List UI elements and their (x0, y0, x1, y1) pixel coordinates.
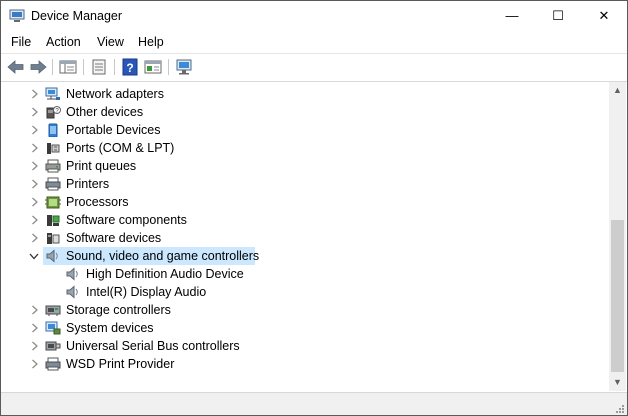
menu-view[interactable]: View (97, 35, 124, 49)
tree-item-label: WSD Print Provider (66, 357, 175, 371)
tree-item-label: Storage controllers (66, 303, 171, 317)
speaker-icon (66, 285, 78, 299)
printer-icon (45, 357, 61, 371)
close-button[interactable]: ✕ (581, 1, 627, 31)
chevron-right-icon[interactable] (31, 125, 39, 135)
chevron-right-icon[interactable] (31, 215, 39, 225)
tree-item-label: Printers (66, 177, 110, 191)
tree-item-label: High Definition Audio Device (86, 267, 244, 281)
tree-item-label: Ports (COM & LPT) (66, 141, 175, 155)
properties-icon[interactable] (89, 58, 109, 76)
tree-category-item[interactable]: System devices (1, 319, 609, 337)
svg-text:?: ? (126, 61, 133, 75)
processor-icon (45, 196, 61, 209)
software-component-icon (47, 215, 60, 226)
system-device-icon (45, 321, 61, 335)
network-adapter-icon (45, 87, 60, 100)
tree-category-item[interactable]: Printers (1, 175, 609, 193)
tree-item-label: Network adapters (66, 87, 164, 101)
toolbar-separator (83, 59, 84, 75)
tree-category-item[interactable]: Processors (1, 193, 609, 211)
tree-item-label: Software components (66, 213, 187, 227)
tree-item-label: Sound, video and game controllers (66, 249, 260, 263)
usb-controller-icon (45, 341, 61, 351)
chevron-right-icon[interactable] (31, 89, 39, 99)
printer-icon (45, 177, 61, 191)
tree-category-item[interactable]: ? Other devices (1, 103, 609, 121)
back-icon[interactable] (6, 58, 26, 76)
chevron-right-icon[interactable] (31, 359, 39, 369)
chevron-right-icon[interactable] (31, 323, 39, 333)
toolbar: ? (1, 54, 627, 82)
menu-file[interactable]: File (11, 35, 31, 49)
maximize-button[interactable]: ☐ (535, 1, 581, 31)
window-title: Device Manager (31, 9, 123, 23)
tree-item-label: Print queues (66, 159, 137, 173)
device-manager-app-icon (9, 9, 25, 22)
tree-item-label: Portable Devices (66, 123, 161, 137)
help-icon[interactable]: ? (120, 58, 140, 76)
tree-category-item[interactable]: Software components (1, 211, 609, 229)
tree-category-item[interactable]: Portable Devices (1, 121, 609, 139)
chevron-right-icon[interactable] (31, 341, 39, 351)
tree-category-item[interactable]: Print queues (1, 157, 609, 175)
tree-item-label: Intel(R) Display Audio (86, 285, 207, 299)
scrollbar-thumb[interactable] (611, 220, 624, 372)
tree-category-item[interactable]: Ports (COM & LPT) (1, 139, 609, 157)
tree-item-label: Universal Serial Bus controllers (66, 339, 240, 353)
status-bar (1, 392, 627, 415)
tree-category-item[interactable]: Sound, video and game controllers (1, 247, 609, 265)
menu-help[interactable]: Help (138, 35, 164, 49)
print-queue-icon (45, 159, 61, 173)
scan-hardware-icon[interactable] (174, 58, 194, 76)
title-bar[interactable]: Device Manager — ☐ ✕ (1, 1, 627, 31)
port-icon (47, 143, 60, 154)
scroll-up-icon[interactable]: ▲ (609, 82, 626, 99)
tree-item-label: Other devices (66, 105, 144, 119)
chevron-right-icon[interactable] (31, 143, 39, 153)
tree-item-label: Software devices (66, 231, 162, 245)
storage-controller-icon (45, 305, 61, 316)
tree-category-item[interactable]: Storage controllers (1, 301, 609, 319)
device-manager-window: Device Manager — ☐ ✕ File Action View He… (0, 0, 628, 416)
chevron-right-icon[interactable] (31, 179, 39, 189)
tree-category-item[interactable]: Universal Serial Bus controllers (1, 337, 609, 355)
toolbar-separator (52, 59, 53, 75)
chevron-right-icon[interactable] (31, 233, 39, 243)
menu-bar: File Action View Help (1, 31, 627, 54)
chevron-right-icon[interactable] (31, 197, 39, 207)
tree-category-item[interactable]: Software devices (1, 229, 609, 247)
portable-device-icon (48, 123, 58, 137)
chevron-right-icon[interactable] (31, 305, 39, 315)
toolbar-separator (168, 59, 169, 75)
tree-item-label: System devices (66, 321, 154, 335)
update-driver-icon[interactable] (143, 58, 163, 76)
tree-category-item[interactable]: WSD Print Provider (1, 355, 609, 373)
chevron-right-icon[interactable] (31, 107, 39, 117)
unknown-device-icon: ? (46, 106, 61, 119)
speaker-icon (66, 267, 78, 281)
chevron-down-icon[interactable] (29, 253, 39, 261)
scroll-down-icon[interactable]: ▼ (609, 374, 626, 391)
toolbar-separator (114, 59, 115, 75)
tree-item-label: Processors (66, 195, 129, 209)
device-tree[interactable]: Network adapters? Other devices Portable D… (1, 82, 609, 391)
forward-icon[interactable] (28, 58, 48, 76)
software-device-icon (47, 233, 60, 244)
menu-action[interactable]: Action (46, 35, 81, 49)
tree-category-item[interactable]: Network adapters (1, 85, 609, 103)
resize-grip-icon[interactable] (615, 404, 625, 414)
vertical-scrollbar[interactable]: ▲ ▼ (609, 82, 626, 391)
tree-child-item[interactable]: High Definition Audio Device (1, 265, 609, 283)
tree-child-item[interactable]: Intel(R) Display Audio (1, 283, 609, 301)
minimize-button[interactable]: — (489, 1, 535, 31)
chevron-right-icon[interactable] (31, 161, 39, 171)
show-hide-tree-icon[interactable] (58, 58, 78, 76)
speaker-icon (46, 249, 58, 263)
